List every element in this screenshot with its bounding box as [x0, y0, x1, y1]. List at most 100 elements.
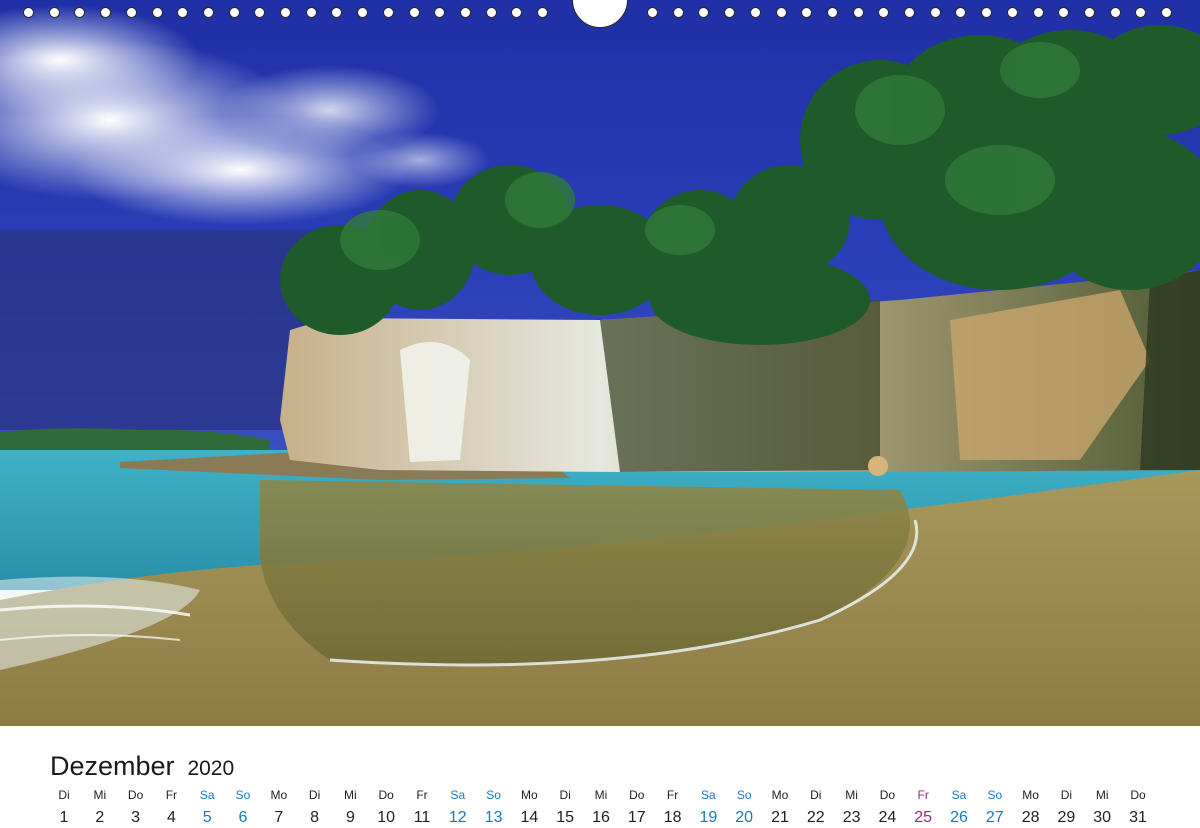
weekday-label: Fr: [165, 788, 178, 802]
binding-hole: [331, 7, 343, 18]
binding-hole: [23, 7, 34, 18]
binding-hole: [1135, 7, 1147, 18]
weekday-label: Sa: [701, 788, 716, 802]
day-number: 8: [310, 809, 320, 826]
binding-hole: [100, 7, 112, 18]
binding-hole: [357, 7, 369, 18]
binding-hole: [228, 7, 240, 18]
weekday-label: Mi: [93, 788, 107, 802]
day-cell: Fr 18: [655, 788, 691, 828]
day-cell: Do 3: [118, 788, 154, 828]
day-number: 19: [699, 809, 718, 826]
weekday-label: Mi: [845, 788, 858, 802]
day-cell: Di 15: [547, 788, 583, 828]
day-cell: Do 31: [1120, 788, 1156, 828]
month-title: Dezember 2020: [50, 746, 234, 783]
hanger-hole: [572, 0, 628, 28]
binding-hole: [485, 7, 497, 18]
day-number: 7: [274, 809, 284, 826]
day-cell: So 20: [726, 788, 762, 828]
binding-hole: [955, 7, 967, 18]
day-number: 24: [878, 809, 897, 826]
day-number: 16: [592, 809, 610, 826]
weekday-label: Mi: [594, 788, 608, 802]
binding-hole: [305, 7, 317, 18]
day-cell: Sa 26: [941, 788, 977, 828]
weekday-label: Fr: [917, 788, 929, 802]
day-cell: So 6: [225, 788, 261, 828]
day-number: 14: [520, 809, 539, 826]
weekday-label: Sa: [199, 788, 215, 802]
day-number: 15: [556, 809, 575, 826]
binding-hole: [125, 7, 137, 18]
binding-hole: [775, 7, 787, 18]
day-cell: Fr 25: [905, 788, 941, 828]
weekday-label: Sa: [450, 788, 466, 802]
binding-hole: [408, 7, 420, 18]
day-number: 12: [448, 809, 467, 826]
month-name: Dezember: [50, 751, 175, 781]
day-number: 6: [238, 809, 248, 826]
binding-hole: [537, 7, 548, 18]
weekday-label: Do: [1130, 788, 1146, 802]
day-cell: Sa 19: [690, 788, 726, 828]
day-number: 28: [1021, 809, 1040, 826]
day-number: 2: [95, 809, 105, 826]
binding-hole: [280, 7, 291, 18]
day-number: 23: [842, 809, 861, 826]
day-number: 1: [59, 809, 69, 826]
weekday-label: Di: [810, 788, 822, 802]
binding-hole: [1109, 7, 1121, 18]
binding-hole: [852, 7, 864, 18]
weekday-label: Do: [378, 788, 394, 802]
day-cell: Mo 14: [511, 788, 547, 828]
month-year: 2020: [187, 757, 235, 780]
day-number: 10: [377, 809, 396, 826]
day-cell: Di 8: [297, 788, 333, 828]
day-number: 21: [771, 809, 789, 826]
day-number: 25: [914, 809, 933, 826]
weekday-label: Di: [308, 788, 321, 802]
day-cell: Mo 21: [762, 788, 798, 828]
weekday-label: Sa: [951, 788, 967, 802]
day-cell: Sa 12: [440, 788, 476, 828]
binding-hole: [151, 7, 163, 18]
day-number: 26: [950, 809, 968, 826]
day-cell: Fr 4: [153, 788, 189, 828]
binding-hole: [904, 7, 915, 18]
day-cell: Fr 11: [404, 788, 440, 828]
day-cell: Di 22: [798, 788, 834, 828]
binding-hole: [1006, 7, 1018, 18]
binding-hole: [826, 7, 838, 18]
day-number: 18: [663, 809, 682, 826]
weekday-label: So: [987, 788, 1003, 802]
weekday-label: Mo: [270, 788, 288, 802]
binding-hole: [878, 7, 890, 18]
weekday-label: Mo: [521, 788, 538, 802]
binding-hole: [1032, 7, 1044, 18]
binding-hole: [48, 7, 60, 18]
day-number: 17: [627, 809, 646, 826]
binding-hole: [254, 7, 266, 18]
day-number: 20: [735, 809, 754, 826]
day-number: 30: [1093, 809, 1112, 826]
binding-hole: [724, 7, 736, 18]
weekday-label: So: [235, 788, 251, 802]
weekday-label: Di: [1060, 788, 1073, 802]
weekday-label: Mi: [1095, 788, 1109, 802]
spiral-binding: [0, 0, 1200, 30]
day-number: 31: [1129, 809, 1147, 826]
day-number: 27: [985, 809, 1004, 826]
day-number: 9: [345, 809, 355, 826]
binding-hole: [749, 7, 761, 18]
day-number: 4: [166, 809, 176, 826]
day-cell: So 27: [977, 788, 1013, 828]
binding-hole: [459, 7, 471, 18]
binding-hole: [647, 7, 658, 18]
weekday-label: Mo: [1022, 788, 1039, 802]
calendar-strip: Dezember 2020 Di 1 Mi 2 Do 3 Fr 4 Sa 5 So 6 Mo 7 Di 8 Mi…: [0, 726, 1200, 826]
binding-hole: [511, 7, 523, 18]
binding-hole: [434, 7, 446, 18]
weekday-label: Mi: [344, 788, 357, 802]
calendar-photo: [0, 0, 1200, 726]
